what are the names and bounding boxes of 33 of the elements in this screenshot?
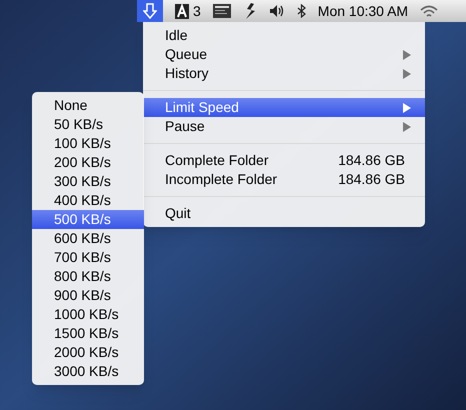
menu-item[interactable]: History [143, 64, 425, 83]
letter-a-icon[interactable] [175, 4, 189, 18]
bluetooth-icon[interactable] [296, 4, 306, 18]
menu-item[interactable]: Idle [143, 26, 425, 45]
menu-item[interactable]: Quit [143, 204, 425, 223]
folder-size-text: 184.86 GB [338, 151, 405, 170]
speed-option[interactable]: 300 KB/s [32, 172, 144, 191]
speed-option[interactable]: 1000 KB/s [32, 305, 144, 324]
speed-option[interactable]: 50 KB/s [32, 115, 144, 134]
speed-option[interactable]: 1500 KB/s [32, 324, 144, 343]
menu-item[interactable]: Complete Folder 184.86 GB [143, 151, 425, 170]
speed-option[interactable]: 200 KB/s [32, 153, 144, 172]
speed-option[interactable]: None [32, 96, 144, 115]
download-status-icon[interactable] [137, 0, 163, 22]
speed-option[interactable]: 600 KB/s [32, 229, 144, 248]
speed-option[interactable]: 400 KB/s [32, 191, 144, 210]
wifi-icon[interactable] [420, 4, 438, 18]
speed-option[interactable]: 800 KB/s [32, 267, 144, 286]
menu-item[interactable]: Pause [143, 117, 425, 136]
clock-text[interactable]: Mon 10:30 AM [318, 0, 408, 22]
speed-option[interactable]: 2000 KB/s [32, 343, 144, 362]
speed-option[interactable]: 3000 KB/s [32, 362, 144, 381]
speaker-icon[interactable] [268, 4, 285, 18]
speed-option[interactable]: 100 KB/s [32, 134, 144, 153]
badge-count: 3 [193, 2, 201, 20]
menu-item[interactable]: Queue [143, 45, 425, 64]
speed-option[interactable]: 900 KB/s [32, 286, 144, 305]
folder-size-text: 184.86 GB [338, 170, 405, 189]
speed-option[interactable]: 500 KB/s [32, 210, 144, 229]
menu-item[interactable]: Incomplete Folder 184.86 GB [143, 170, 425, 189]
display-icon[interactable] [212, 4, 231, 18]
speed-option[interactable]: 700 KB/s [32, 248, 144, 267]
menu-item[interactable]: Limit Speed [143, 98, 425, 117]
